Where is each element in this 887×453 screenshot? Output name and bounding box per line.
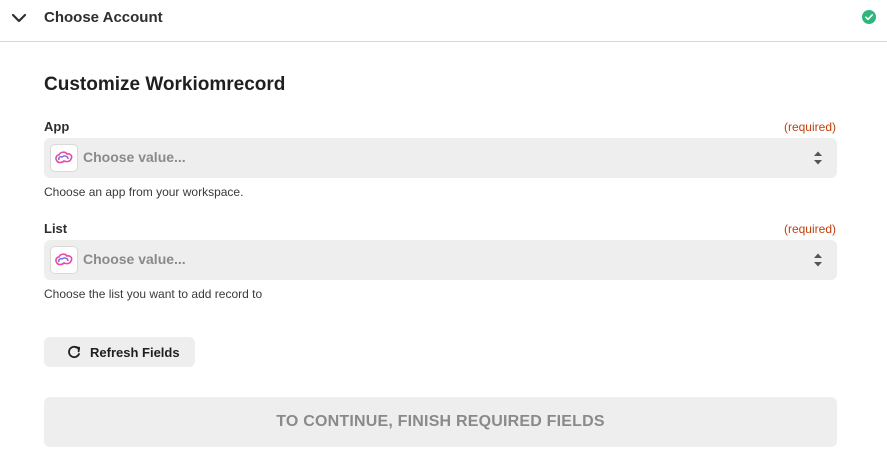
workiom-app-icon: [50, 246, 78, 274]
refresh-fields-label: Refresh Fields: [90, 345, 180, 360]
check-circle-icon: [862, 10, 876, 24]
list-help-text: Choose the list you want to add record t…: [44, 287, 263, 301]
workiom-app-icon: [50, 144, 78, 172]
section-title: Customize Workiomrecord: [44, 74, 286, 95]
app-select-placeholder: Choose value...: [83, 149, 186, 165]
list-select-placeholder: Choose value...: [83, 251, 186, 267]
refresh-icon: [68, 345, 81, 359]
step-title: Choose Account: [44, 9, 163, 26]
sort-arrows-icon: [814, 151, 822, 165]
app-field-label: App: [44, 119, 70, 134]
step-header[interactable]: Choose Account: [0, 0, 887, 42]
app-required-label: (required): [783, 120, 836, 134]
chevron-down-icon[interactable]: [10, 9, 28, 27]
continue-button-label: TO CONTINUE, FINISH REQUIRED FIELDS: [276, 413, 605, 430]
app-help-text: Choose an app from your workspace.: [44, 185, 244, 199]
list-required-label: (required): [783, 222, 836, 236]
list-select[interactable]: Choose value...: [44, 240, 837, 280]
app-select[interactable]: Choose value...: [44, 138, 837, 178]
sort-arrows-icon: [814, 253, 822, 267]
continue-button[interactable]: TO CONTINUE, FINISH REQUIRED FIELDS: [44, 397, 837, 447]
refresh-fields-button[interactable]: Refresh Fields: [44, 337, 195, 367]
list-field-label: List: [44, 221, 68, 236]
